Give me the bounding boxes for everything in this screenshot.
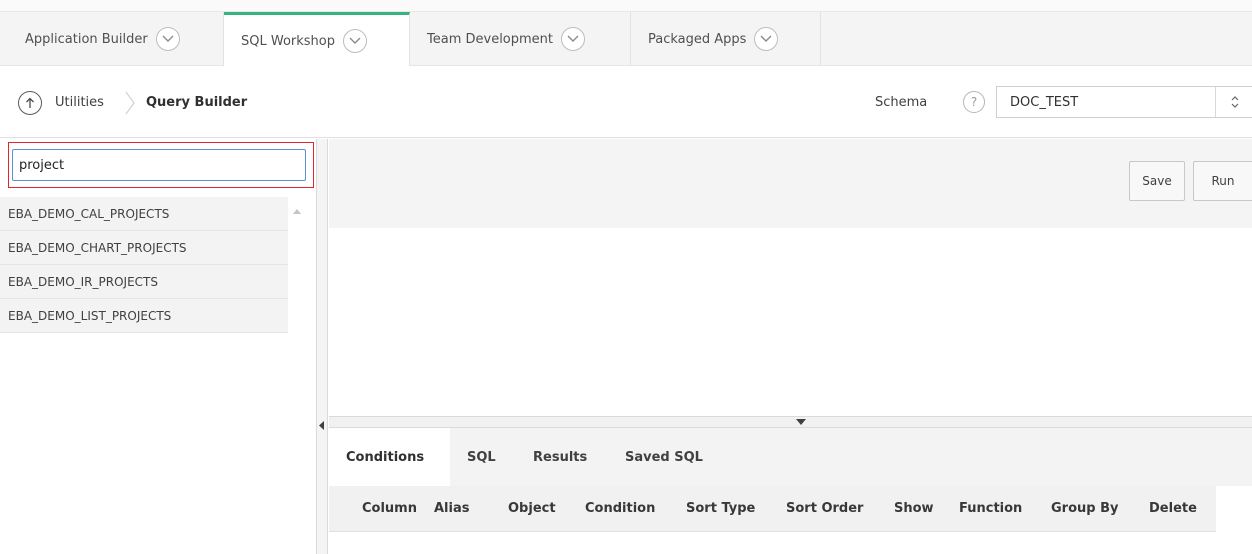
query-design-canvas[interactable]	[329, 228, 1252, 416]
tab-sql[interactable]: SQL	[450, 428, 513, 486]
chevron-down-icon[interactable]	[754, 27, 779, 51]
column-header-condition: Condition	[585, 501, 656, 516]
select-arrows-icon	[1215, 87, 1252, 117]
schema-label: Schema	[875, 95, 928, 110]
tab-label: Team Development	[427, 31, 554, 47]
search-input[interactable]	[12, 149, 306, 181]
chevron-down-icon[interactable]	[343, 29, 367, 53]
run-button[interactable]: Run	[1193, 161, 1252, 201]
tab-team-development[interactable]: Team Development	[410, 12, 631, 66]
schema-select[interactable]: DOC_TEST	[996, 86, 1252, 118]
bottom-tab-bar: Conditions SQL Results Saved SQL	[329, 428, 1252, 486]
tab-saved-sql[interactable]: Saved SQL	[608, 428, 720, 486]
tab-label: SQL Workshop	[241, 33, 335, 49]
column-header-delete: Delete	[1149, 501, 1197, 516]
arrow-up-icon[interactable]	[18, 91, 42, 115]
tab-application-builder[interactable]: Application Builder	[0, 12, 224, 66]
help-icon[interactable]: ?	[963, 91, 985, 113]
save-button[interactable]: Save	[1129, 161, 1185, 201]
scroll-up-icon[interactable]	[292, 207, 302, 215]
top-strip	[0, 0, 1252, 12]
chevron-down-icon[interactable]	[561, 27, 586, 51]
vertical-splitter[interactable]	[316, 139, 328, 554]
search-highlight-frame	[8, 142, 314, 188]
column-header-function: Function	[959, 501, 1023, 516]
schema-value: DOC_TEST	[1010, 95, 1079, 110]
horizontal-splitter[interactable]	[329, 416, 1252, 428]
tab-conditions[interactable]: Conditions	[329, 428, 450, 486]
list-item[interactable]: EBA_DEMO_IR_PROJECTS	[0, 265, 288, 299]
column-header-show: Show	[894, 501, 934, 516]
collapse-down-icon[interactable]	[796, 419, 806, 425]
column-header-sort-order: Sort Order	[786, 501, 864, 516]
query-toolbar: Save Run	[329, 139, 1252, 228]
table-list: EBA_DEMO_CAL_PROJECTS EBA_DEMO_CHART_PRO…	[0, 197, 288, 333]
column-header-alias: Alias	[434, 501, 470, 516]
tab-packaged-apps[interactable]: Packaged Apps	[631, 12, 821, 66]
list-item[interactable]: EBA_DEMO_CHART_PROJECTS	[0, 231, 288, 265]
column-header-object: Object	[508, 501, 556, 516]
tab-label: Packaged Apps	[648, 31, 747, 47]
collapse-left-icon[interactable]	[319, 421, 325, 430]
grid-header-row: Column Alias Object Condition Sort Type …	[329, 486, 1216, 532]
chevron-down-icon[interactable]	[155, 27, 180, 51]
page-title: Query Builder	[146, 95, 248, 110]
tab-sql-workshop[interactable]: SQL Workshop	[224, 12, 410, 67]
column-header-column: Column	[362, 501, 417, 516]
breadcrumb-separator-icon	[125, 91, 135, 115]
breadcrumb: Utilities Query Builder Schema ? DOC_TES…	[0, 66, 1252, 138]
tab-results[interactable]: Results	[516, 428, 604, 486]
column-header-group-by: Group By	[1051, 501, 1119, 516]
top-tab-bar: Application Builder SQL Workshop Team De…	[0, 0, 1252, 67]
conditions-grid: Column Alias Object Condition Sort Type …	[329, 486, 1252, 554]
breadcrumb-utilities-link[interactable]: Utilities	[55, 95, 104, 110]
object-browser: EBA_DEMO_CAL_PROJECTS EBA_DEMO_CHART_PRO…	[0, 139, 316, 554]
tab-label: Application Builder	[25, 31, 148, 47]
list-item[interactable]: EBA_DEMO_CAL_PROJECTS	[0, 197, 288, 231]
column-header-sort-type: Sort Type	[686, 501, 756, 516]
list-item[interactable]: EBA_DEMO_LIST_PROJECTS	[0, 299, 288, 333]
